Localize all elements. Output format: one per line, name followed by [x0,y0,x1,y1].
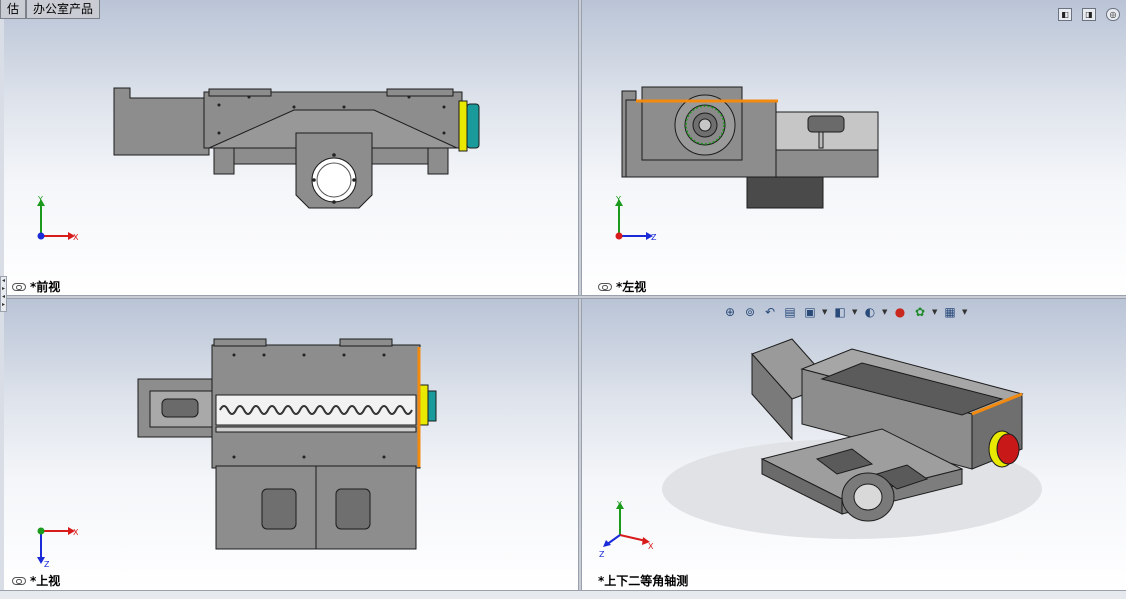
top-axis-triad: X Z [37,527,79,569]
apply-scene-icon[interactable]: ✿ [912,304,928,320]
chevron-down-icon[interactable]: ▼ [852,308,858,316]
chevron-down-icon[interactable]: ▼ [882,308,888,316]
iso-view-label: *上下二等角轴测 [598,572,688,589]
iso-axis-triad: Y X Z [599,500,654,559]
previous-view-icon[interactable]: ↶ [762,304,778,320]
left-viewport[interactable]: ◧ ◨ ◎ Y Z *左视 [582,0,1126,295]
link-icon [12,282,26,291]
tab-office-products[interactable]: 办公室产品 [26,0,101,19]
chevron-down-icon[interactable]: ▼ [962,308,968,316]
isometric-viewport[interactable]: ⊕ ⊚ ↶ ▤ ▣ ▼ ◧ ▼ ◐ ▼ ● ✿ ▼ ▦ ▼ Y X Z *上下二… [582,299,1126,590]
hide-show-items-icon[interactable]: ◐ [862,304,878,320]
maximize-view-icon[interactable]: ◎ [1106,8,1120,21]
view-settings-icon[interactable]: ▦ [942,304,958,320]
tile-horizontal-icon[interactable]: ◧ [1058,8,1072,21]
section-view-icon[interactable]: ▤ [782,304,798,320]
front-view-label: *前视 [12,278,60,295]
link-icon [598,282,612,291]
top-viewport[interactable]: X Z *上视 [4,299,578,590]
left-view-name: *左视 [616,280,647,294]
left-view-label: *左视 [598,278,646,295]
front-viewport[interactable]: Y X *前视 [4,0,578,295]
panel-collapse-handle[interactable]: ◂ ▸ ◂ ▸ [0,276,7,312]
top-view-name: *上视 [30,574,61,588]
view-orientation-icon[interactable]: ▣ [802,304,818,320]
link-icon [12,576,26,585]
left-axis-z: Z [651,233,657,242]
top-axis-x: X [73,528,79,537]
front-axis-x: X [73,233,79,242]
zoom-to-fit-icon[interactable]: ⊕ [722,304,738,320]
edit-appearance-icon[interactable]: ● [892,304,908,320]
top-view-model [137,338,437,550]
front-axis-triad: Y X [37,195,79,242]
front-view-model [113,87,480,209]
document-tab-bar: 估 办公室产品 [0,0,101,19]
heads-up-view-toolbar: ⊕ ⊚ ↶ ▤ ▣ ▼ ◧ ▼ ◐ ▼ ● ✿ ▼ ▦ ▼ [722,304,968,320]
left-axis-y: Y [615,195,621,204]
tile-vertical-icon[interactable]: ◨ [1082,8,1096,21]
top-axis-z: Z [44,560,50,569]
front-view-name: *前视 [30,280,61,294]
chevron-down-icon[interactable]: ▼ [932,308,938,316]
iso-view-name: *上下二等角轴测 [598,574,689,588]
tab-evaluate[interactable]: 估 [0,0,27,19]
iso-axis-z: Z [599,550,605,559]
viewport-horizontal-splitter[interactable] [0,295,1126,299]
chevron-down-icon[interactable]: ▼ [822,308,828,316]
left-view-model [621,86,879,209]
zoom-to-area-icon[interactable]: ⊚ [742,304,758,320]
iso-axis-x: X [648,542,654,551]
bottom-status-strip [0,590,1126,599]
viewport-vertical-splitter[interactable] [578,0,582,599]
top-view-label: *上视 [12,572,60,589]
left-axis-triad: Y Z [615,195,657,242]
front-axis-y: Y [37,195,43,204]
isometric-view-model [662,338,1042,539]
iso-axis-y: Y [616,500,622,509]
display-style-icon[interactable]: ◧ [832,304,848,320]
viewport-window-controls: ◧ ◨ ◎ [1058,8,1120,21]
